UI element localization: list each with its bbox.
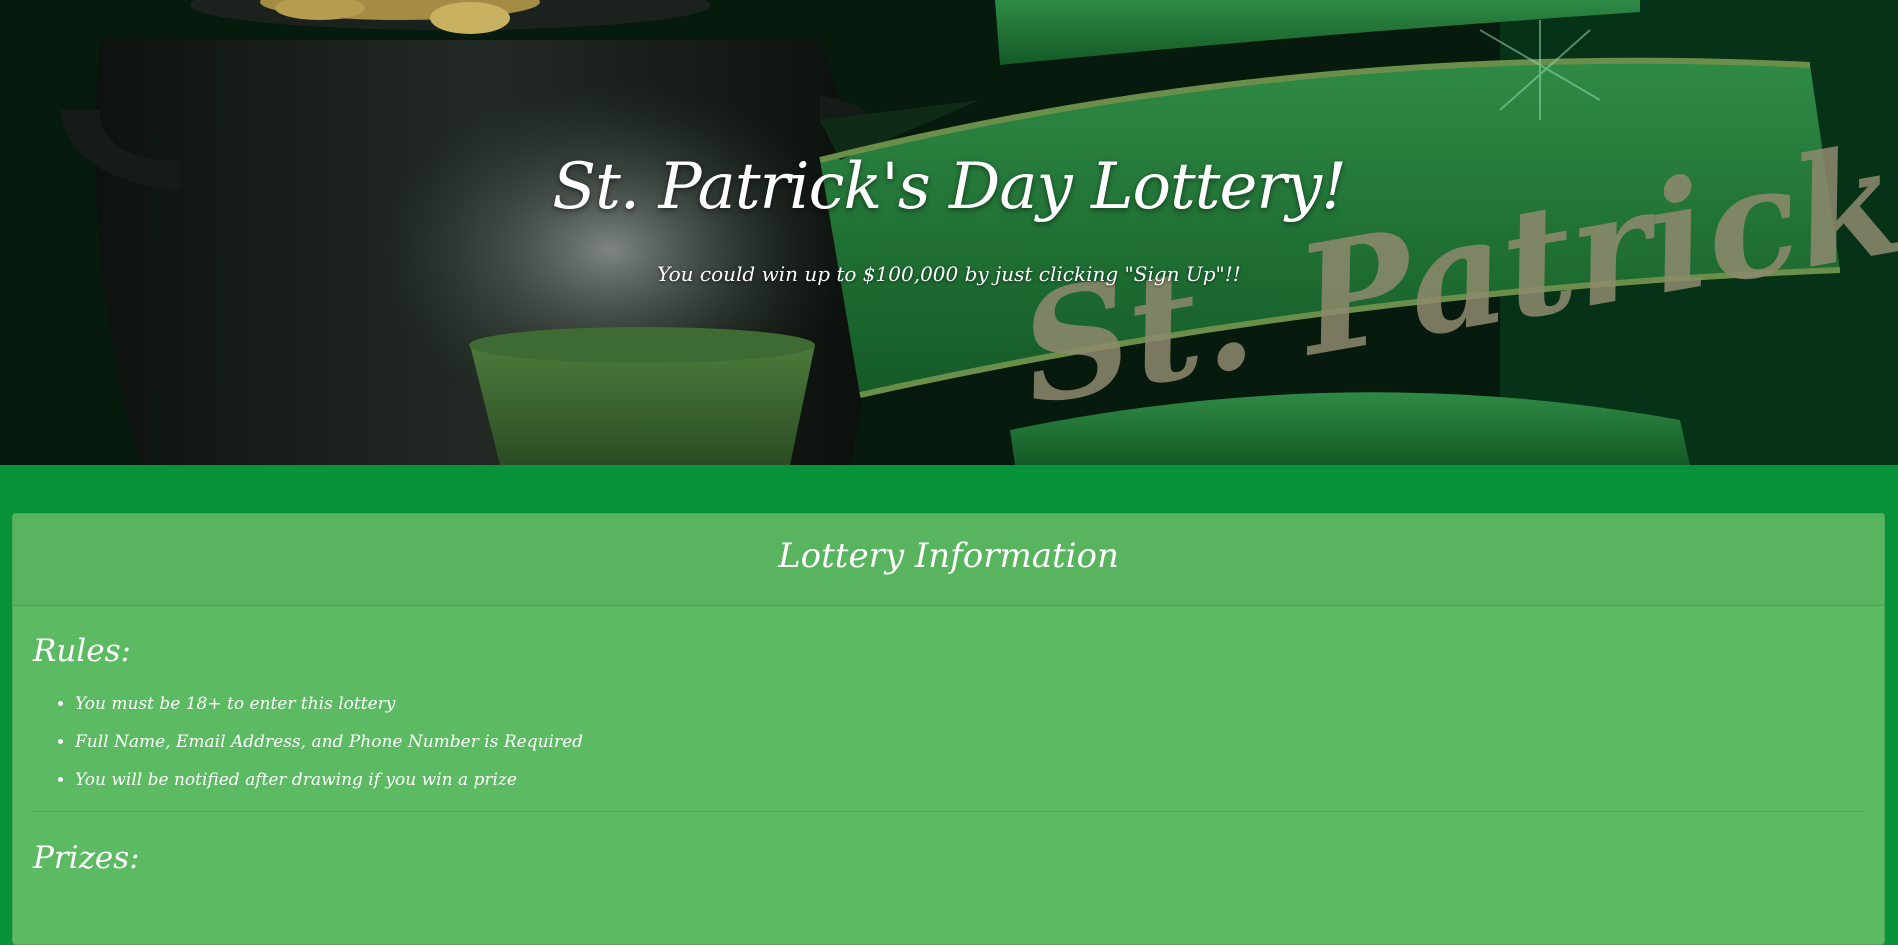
- prizes-heading: Prizes:: [33, 840, 140, 876]
- rules-list: You must be 18+ to enter this lottery Fu…: [33, 685, 1864, 799]
- panel-title: Lottery Information: [778, 536, 1119, 576]
- hero-banner: St. Patrick's St. Patrick's Day Lottery!…: [0, 0, 1898, 465]
- lottery-info-panel: Lottery Information Rules: You must be 1…: [12, 513, 1885, 945]
- hero-subtitle: You could win up to $100,000 by just cli…: [657, 262, 1241, 286]
- section-divider: [33, 811, 1864, 812]
- rule-item: You must be 18+ to enter this lottery: [75, 685, 1864, 723]
- panel-heading: Lottery Information: [13, 514, 1884, 606]
- hero-overlay: St. Patrick's Day Lottery! You could win…: [0, 0, 1898, 465]
- rule-item: You will be notified after drawing if yo…: [75, 761, 1864, 799]
- rules-heading: Rules:: [33, 633, 131, 669]
- panel-body: Rules: You must be 18+ to enter this lot…: [13, 606, 1884, 876]
- rule-item: Full Name, Email Address, and Phone Numb…: [75, 723, 1864, 761]
- page-title: St. Patrick's Day Lottery!: [552, 150, 1347, 224]
